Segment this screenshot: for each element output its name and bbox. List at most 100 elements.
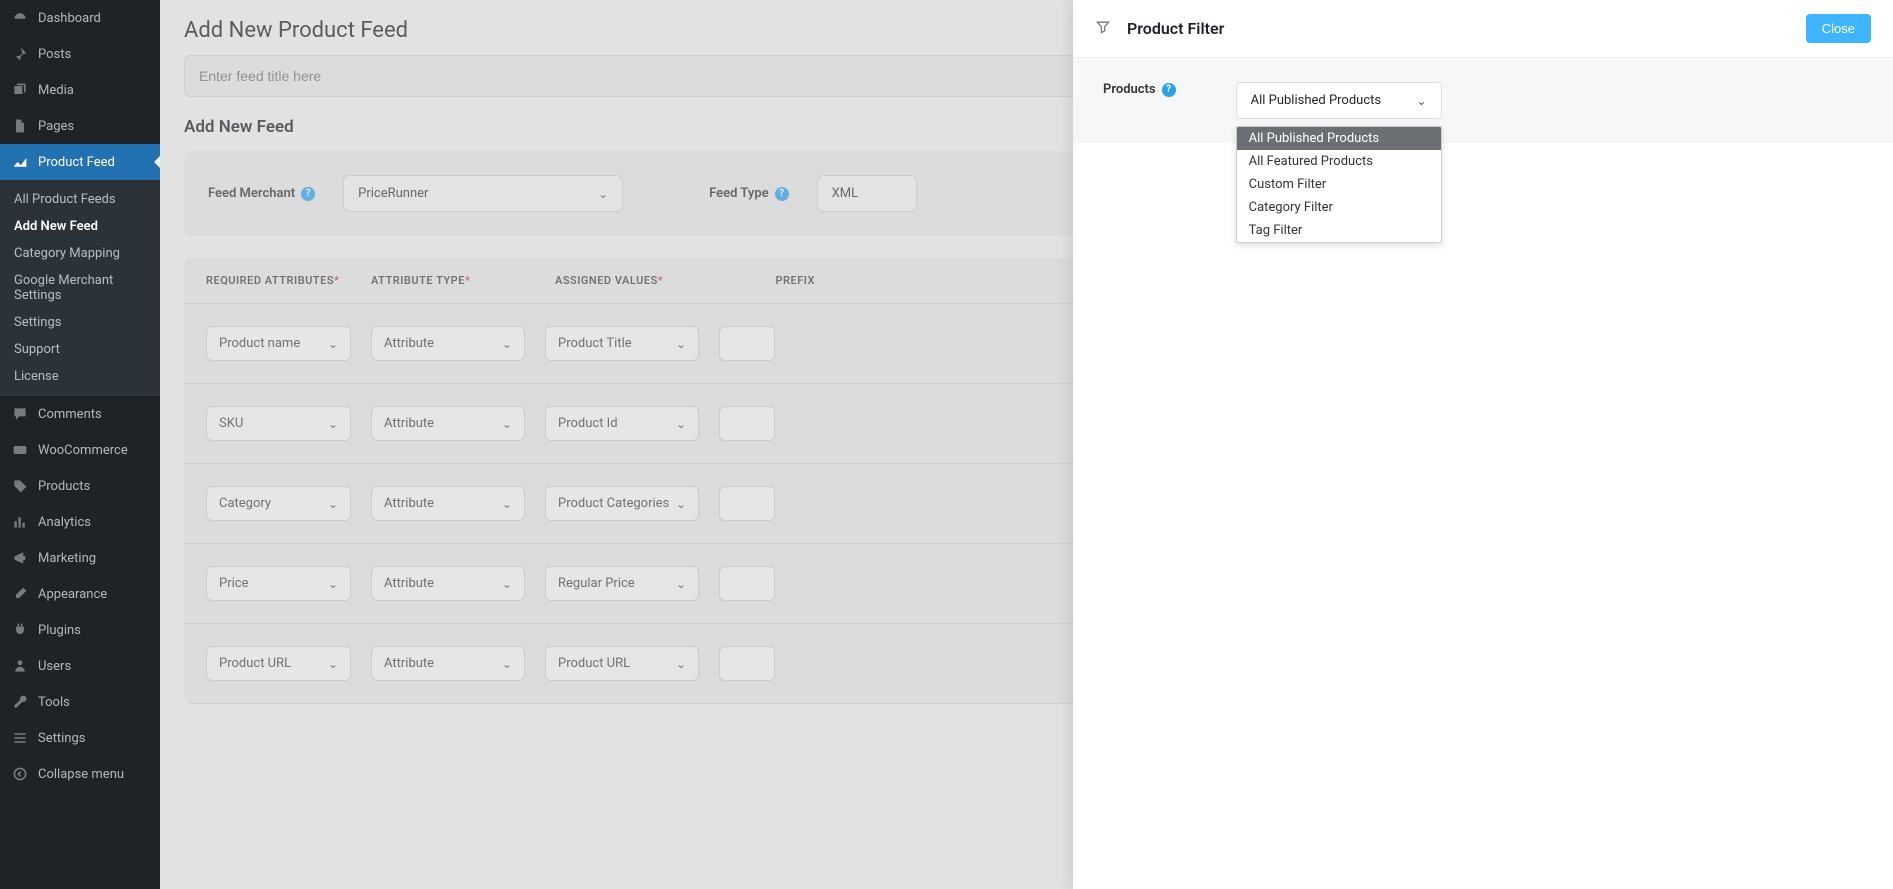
assigned-select[interactable]: Product URL⌄ bbox=[545, 646, 699, 681]
submenu-add-new-feed[interactable]: Add New Feed bbox=[0, 213, 160, 240]
prefix-input[interactable] bbox=[719, 406, 775, 441]
sidebar-item-users[interactable]: Users bbox=[0, 648, 160, 684]
sidebar-item-label: Media bbox=[38, 83, 74, 98]
close-button[interactable]: Close bbox=[1806, 14, 1871, 43]
sidebar-item-label: Marketing bbox=[38, 551, 96, 566]
prefix-input[interactable] bbox=[719, 566, 775, 601]
drawer-body: Products ? All Published Products ⌄ All … bbox=[1073, 58, 1893, 143]
attr-type-select[interactable]: Attribute⌄ bbox=[371, 326, 525, 361]
sidebar-item-label: WooCommerce bbox=[38, 443, 128, 458]
th-prefix: PREFIX bbox=[739, 274, 819, 287]
prefix-input[interactable] bbox=[719, 486, 775, 521]
assigned-select[interactable]: Regular Price⌄ bbox=[545, 566, 699, 601]
feed-merchant-select[interactable]: PriceRunner ⌄ bbox=[343, 175, 623, 212]
feed-type-label: Feed Type ? bbox=[709, 186, 789, 201]
sidebar-item-label: Pages bbox=[38, 119, 74, 134]
page-icon bbox=[10, 116, 30, 136]
sidebar-item-label: Products bbox=[38, 479, 90, 494]
submenu-category-mapping[interactable]: Category Mapping bbox=[0, 240, 160, 267]
submenu-all-feeds[interactable]: All Product Feeds bbox=[0, 186, 160, 213]
drawer-title: Product Filter bbox=[1127, 19, 1224, 38]
help-icon[interactable]: ? bbox=[301, 187, 315, 201]
dropdown-option[interactable]: All Published Products bbox=[1237, 127, 1441, 150]
chevron-down-icon: ⌄ bbox=[328, 577, 338, 591]
sidebar-item-label: Plugins bbox=[38, 623, 81, 638]
prefix-input[interactable] bbox=[719, 326, 775, 361]
prefix-input[interactable] bbox=[719, 646, 775, 681]
feed-merchant-label-text: Feed Merchant bbox=[208, 186, 295, 201]
req-attr-select[interactable]: Price⌄ bbox=[206, 566, 351, 601]
th-type: ATTRIBUTE TYPE* bbox=[371, 274, 555, 287]
sidebar-item-analytics[interactable]: Analytics bbox=[0, 504, 160, 540]
req-attr-select[interactable]: Product URL⌄ bbox=[206, 646, 351, 681]
chevron-down-icon: ⌄ bbox=[676, 657, 686, 671]
chevron-down-icon: ⌄ bbox=[502, 657, 512, 671]
th-assigned: ASSIGNED VALUES* bbox=[555, 274, 739, 287]
chevron-down-icon: ⌄ bbox=[1417, 94, 1427, 108]
sidebar-item-plugins[interactable]: Plugins bbox=[0, 612, 160, 648]
woo-icon bbox=[10, 440, 30, 460]
assigned-select[interactable]: Product Id⌄ bbox=[545, 406, 699, 441]
sidebar-item-collapse[interactable]: Collapse menu bbox=[0, 756, 160, 792]
pin-icon bbox=[10, 44, 30, 64]
req-attr-select[interactable]: SKU⌄ bbox=[206, 406, 351, 441]
product-filter-drawer: Product Filter Close Products ? All Publ… bbox=[1073, 0, 1893, 889]
dropdown-option[interactable]: Category Filter bbox=[1237, 196, 1441, 219]
gauge-icon bbox=[10, 8, 30, 28]
attr-type-select[interactable]: Attribute⌄ bbox=[371, 486, 525, 521]
dropdown-option[interactable]: All Featured Products bbox=[1237, 150, 1441, 173]
sidebar-item-product-feed[interactable]: Product Feed bbox=[0, 144, 160, 180]
sliders-icon bbox=[10, 728, 30, 748]
submenu-google-merchant[interactable]: Google Merchant Settings bbox=[0, 267, 160, 309]
help-icon[interactable]: ? bbox=[1162, 83, 1176, 97]
sidebar-item-pages[interactable]: Pages bbox=[0, 108, 160, 144]
brush-icon bbox=[10, 584, 30, 604]
help-icon[interactable]: ? bbox=[775, 187, 789, 201]
chevron-down-icon: ⌄ bbox=[502, 337, 512, 351]
chevron-down-icon: ⌄ bbox=[328, 657, 338, 671]
sidebar-item-label: Tools bbox=[38, 695, 70, 710]
sidebar-item-label: Users bbox=[38, 659, 71, 674]
attr-type-select[interactable]: Attribute⌄ bbox=[371, 646, 525, 681]
sidebar-item-tools[interactable]: Tools bbox=[0, 684, 160, 720]
sidebar-item-appearance[interactable]: Appearance bbox=[0, 576, 160, 612]
submenu-license[interactable]: License bbox=[0, 363, 160, 390]
chevron-down-icon: ⌄ bbox=[598, 187, 608, 201]
chevron-down-icon: ⌄ bbox=[676, 497, 686, 511]
sidebar-item-media[interactable]: Media bbox=[0, 72, 160, 108]
sidebar-item-products[interactable]: Products bbox=[0, 468, 160, 504]
filter-icon bbox=[1095, 19, 1111, 39]
feed-type-label-text: Feed Type bbox=[709, 186, 769, 201]
megaphone-icon bbox=[10, 548, 30, 568]
admin-sidebar: Dashboard Posts Media Pages Product Feed… bbox=[0, 0, 160, 889]
chevron-down-icon: ⌄ bbox=[328, 417, 338, 431]
tag-icon bbox=[10, 476, 30, 496]
sidebar-item-comments[interactable]: Comments bbox=[0, 396, 160, 432]
feed-merchant-value: PriceRunner bbox=[358, 186, 428, 201]
sidebar-item-dashboard[interactable]: Dashboard bbox=[0, 0, 160, 36]
feed-type-select[interactable]: XML bbox=[817, 175, 917, 212]
dropdown-option[interactable]: Tag Filter bbox=[1237, 219, 1441, 242]
sidebar-item-posts[interactable]: Posts bbox=[0, 36, 160, 72]
dropdown-option[interactable]: Custom Filter bbox=[1237, 173, 1441, 196]
assigned-select[interactable]: Product Categories⌄ bbox=[545, 486, 699, 521]
chevron-down-icon: ⌄ bbox=[676, 337, 686, 351]
sidebar-item-settings[interactable]: Settings bbox=[0, 720, 160, 756]
products-select[interactable]: All Published Products ⌄ bbox=[1236, 82, 1442, 119]
assigned-select[interactable]: Product Title⌄ bbox=[545, 326, 699, 361]
chevron-down-icon: ⌄ bbox=[502, 577, 512, 591]
user-icon bbox=[10, 656, 30, 676]
chevron-down-icon: ⌄ bbox=[676, 577, 686, 591]
submenu-support[interactable]: Support bbox=[0, 336, 160, 363]
req-attr-select[interactable]: Category⌄ bbox=[206, 486, 351, 521]
sidebar-item-woocommerce[interactable]: WooCommerce bbox=[0, 432, 160, 468]
sidebar-item-label: Appearance bbox=[38, 587, 107, 602]
attr-type-select[interactable]: Attribute⌄ bbox=[371, 406, 525, 441]
sidebar-item-marketing[interactable]: Marketing bbox=[0, 540, 160, 576]
submenu-settings[interactable]: Settings bbox=[0, 309, 160, 336]
attr-type-select[interactable]: Attribute⌄ bbox=[371, 566, 525, 601]
products-dropdown: All Published Products All Featured Prod… bbox=[1236, 126, 1442, 243]
sidebar-item-label: Comments bbox=[38, 407, 102, 422]
chart-line-icon bbox=[10, 152, 30, 172]
req-attr-select[interactable]: Product name⌄ bbox=[206, 326, 351, 361]
